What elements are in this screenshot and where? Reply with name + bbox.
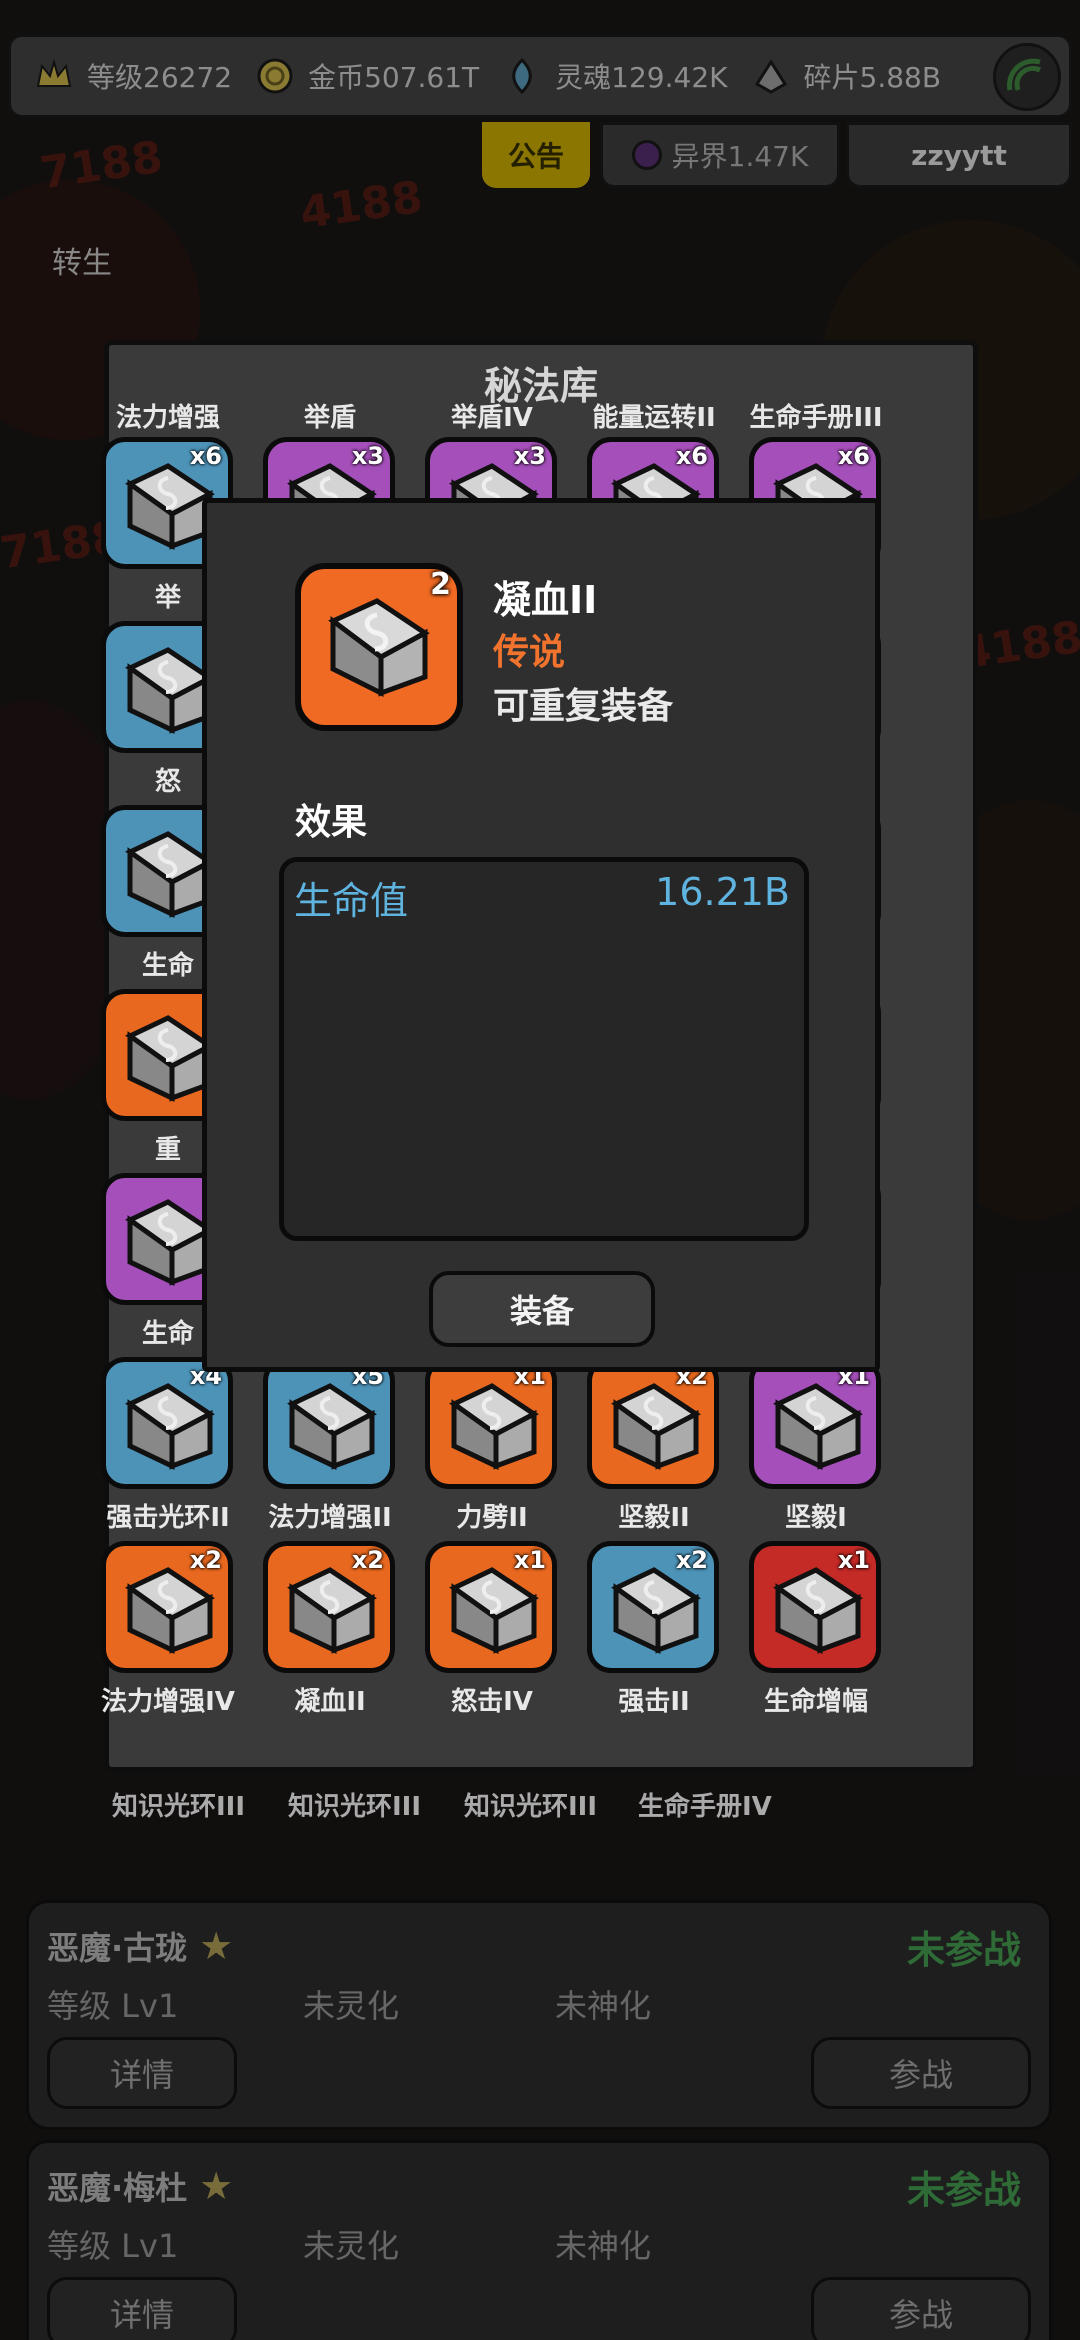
book-count: x2 <box>189 1546 222 1574</box>
hero-level: 等级 Lv1 <box>47 2227 179 2265</box>
hero-name-text: 恶魔·古珑 <box>47 1929 188 1967</box>
resource-bar: 等级26272 金币507.61T 灵魂129.42K 碎片5.88B <box>8 34 1072 118</box>
item-name: 凝血II <box>493 578 598 622</box>
hero-detail-button[interactable]: 详情 <box>47 2277 237 2340</box>
book-count: x6 <box>189 442 222 470</box>
book-count: x3 <box>513 442 546 470</box>
signal-icon[interactable] <box>993 43 1061 111</box>
book-slot[interactable]: x2 <box>587 1357 719 1489</box>
hero-name: 恶魔·古珑 ★ <box>47 1923 233 1969</box>
hero-status: 未参战 <box>906 1928 1021 1972</box>
item-rarity: 传说 <box>493 632 566 673</box>
crown-icon <box>31 53 77 99</box>
hero-join-button[interactable]: 参战 <box>811 2277 1031 2340</box>
hero-name: 恶魔·梅杜 ★ <box>47 2163 233 2209</box>
book-count: x3 <box>351 442 384 470</box>
hero-spirit: 未灵化 <box>303 1987 400 2025</box>
book-count: x6 <box>837 442 870 470</box>
abyss-value: 异界1.47K <box>671 140 809 173</box>
book-slot[interactable]: x2 <box>263 1541 395 1673</box>
book-slot[interactable]: x1 <box>425 1541 557 1673</box>
under-book-label: 知识光环III <box>112 1792 246 1822</box>
notice-button[interactable]: 公告 <box>482 122 590 188</box>
soul-value: 灵魂129.42K <box>555 61 728 94</box>
book-label: 怒击IV <box>451 1687 533 1717</box>
book-label: 强击II <box>618 1687 690 1717</box>
hero-status: 未参战 <box>906 2168 1021 2212</box>
book-icon <box>328 598 430 698</box>
under-book-label: 知识光环III <box>288 1792 422 1822</box>
abyss-counter[interactable]: 异界1.47K <box>600 122 840 188</box>
book-slot[interactable]: x1 <box>749 1541 881 1673</box>
item-detail-popup: 2 凝血II 传说 可重复装备 效果 生命值 16.21B 装备 <box>202 498 880 1372</box>
hero-detail-button[interactable]: 详情 <box>47 2037 237 2109</box>
under-book-label: 知识光环III <box>464 1792 598 1822</box>
hero-join-button[interactable]: 参战 <box>811 2037 1031 2109</box>
book-count: x2 <box>351 1546 384 1574</box>
book-count: x2 <box>675 1546 708 1574</box>
item-repeatable: 可重复装备 <box>493 686 674 727</box>
effect-name: 生命值 <box>294 879 409 923</box>
book-label: 法力增强IV <box>101 1687 235 1717</box>
book-label: 力劈II <box>456 1503 528 1533</box>
coin-icon <box>252 53 298 99</box>
level-value: 等级26272 <box>87 61 233 94</box>
book-label: 坚毅I <box>785 1503 847 1533</box>
book-label: 生命手册III <box>749 403 883 433</box>
star-icon: ★ <box>199 2164 234 2208</box>
book-slot[interactable]: x2 <box>101 1541 233 1673</box>
item-level-badge: 2 <box>430 567 451 602</box>
book-label: 生命增幅 <box>763 1687 868 1717</box>
book-label: 强击光环II <box>106 1503 230 1533</box>
effect-value: 16.21B <box>655 870 790 914</box>
book-label: 法力增强II <box>268 1503 392 1533</box>
resource-level: 等级26272 <box>31 53 232 99</box>
effect-row: 生命值 16.21B <box>294 870 790 925</box>
username-button[interactable]: zzyytt <box>846 122 1072 188</box>
hero-spirit: 未灵化 <box>303 2227 400 2265</box>
hero-deity: 未神化 <box>555 2227 652 2265</box>
book-label: 凝血II <box>294 1687 366 1717</box>
soul-icon <box>499 53 545 99</box>
book-label: 法力增强 <box>115 403 220 433</box>
star-icon: ★ <box>199 1924 234 1968</box>
book-count: x1 <box>837 1546 870 1574</box>
book-label: 举盾IV <box>451 403 533 433</box>
hero-card: 恶魔·梅杜 ★ 未参战 等级 Lv1 未灵化 未神化 详情 参战 <box>26 2140 1052 2340</box>
book-count: x6 <box>675 442 708 470</box>
portal-icon <box>631 140 662 170</box>
book-slot[interactable]: x1 <box>425 1357 557 1489</box>
resource-shard: 碎片5.88B <box>748 53 942 99</box>
rebirth-label[interactable]: 转生 <box>52 238 112 282</box>
effect-title: 效果 <box>295 802 368 843</box>
item-icon: 2 <box>295 563 463 731</box>
resource-gold: 金币507.61T <box>252 53 479 99</box>
hero-level: 等级 Lv1 <box>47 1987 179 2025</box>
shard-icon <box>748 53 794 99</box>
gold-value: 金币507.61T <box>308 61 480 94</box>
hero-name-text: 恶魔·梅杜 <box>47 2169 188 2207</box>
under-book-label: 生命手册IV <box>638 1792 772 1822</box>
book-slot[interactable]: x2 <box>587 1541 719 1673</box>
shard-value: 碎片5.88B <box>803 61 942 94</box>
book-label: 举盾 <box>303 403 356 433</box>
resource-soul: 灵魂129.42K <box>499 53 728 99</box>
book-label: 能量运转II <box>592 403 716 433</box>
book-slot[interactable]: x1 <box>749 1357 881 1489</box>
hero-card: 恶魔·古珑 ★ 未参战 等级 Lv1 未灵化 未神化 详情 参战 <box>26 1900 1052 2130</box>
hero-deity: 未神化 <box>555 1987 652 2025</box>
book-label: 坚毅II <box>618 1503 690 1533</box>
book-slot[interactable]: x5 <box>263 1357 395 1489</box>
equip-button[interactable]: 装备 <box>429 1271 655 1347</box>
book-count: x1 <box>513 1546 546 1574</box>
effect-list: 生命值 16.21B <box>279 857 809 1241</box>
book-slot[interactable]: x4 <box>101 1357 233 1489</box>
